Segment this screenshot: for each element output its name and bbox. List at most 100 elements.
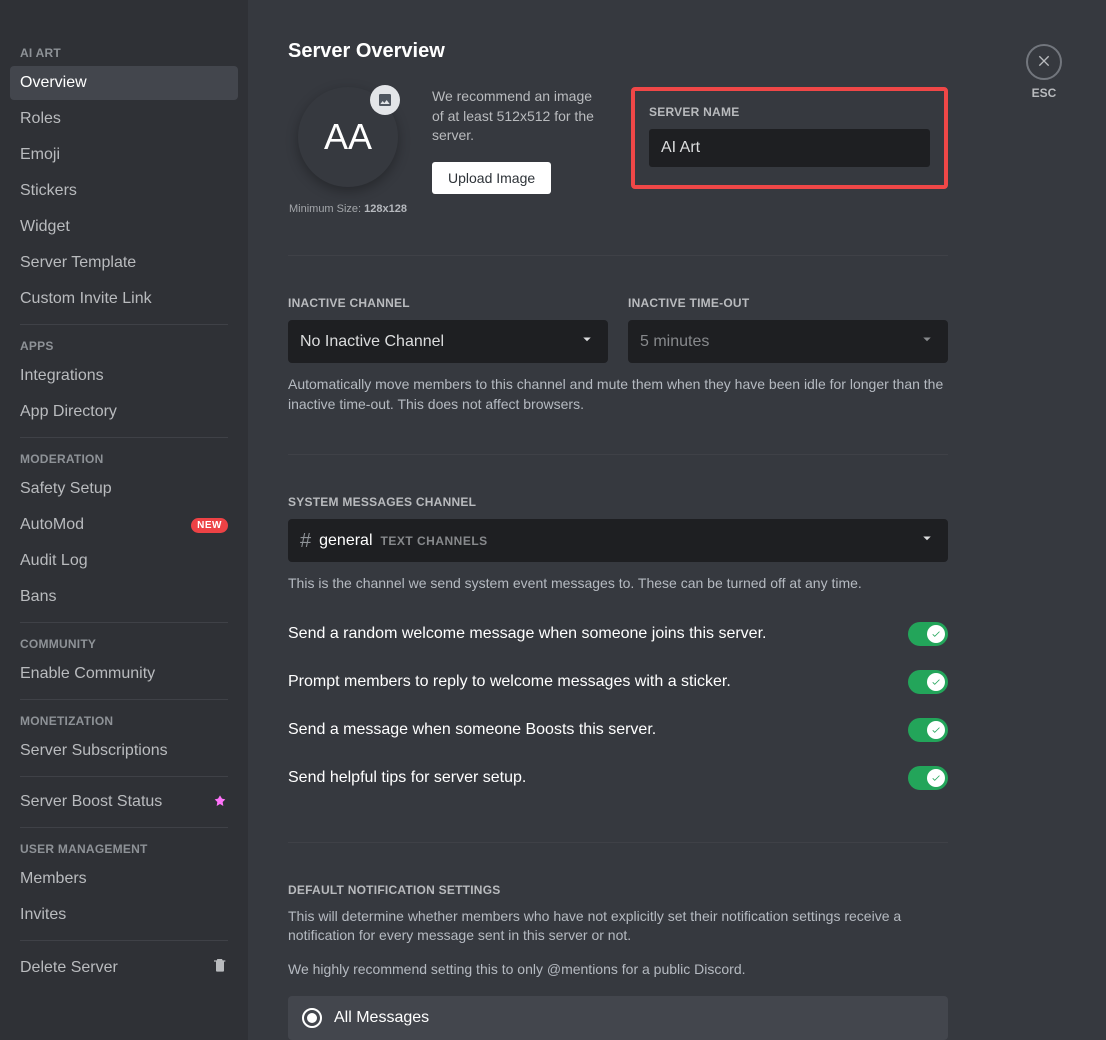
sidebar-section-header: MODERATION (10, 446, 238, 472)
sidebar-divider (20, 699, 228, 700)
avatar-initials: AA (324, 116, 372, 158)
min-size-text: Minimum Size: 128x128 (289, 203, 407, 215)
radio-all-messages-label: All Messages (334, 1009, 429, 1027)
server-name-input[interactable] (649, 129, 930, 167)
sidebar-divider (20, 776, 228, 777)
toggle-row-1: Prompt members to reply to welcome messa… (288, 658, 948, 706)
trash-icon (212, 957, 228, 978)
sidebar-item-delete-server[interactable]: Delete Server (10, 949, 238, 986)
toggle-label: Prompt members to reply to welcome messa… (288, 673, 731, 691)
sidebar-divider (20, 324, 228, 325)
sidebar-item-emoji[interactable]: Emoji (10, 138, 238, 172)
toggle-label: Send a random welcome message when someo… (288, 625, 766, 643)
sidebar-item-label: Enable Community (20, 665, 155, 683)
sidebar-item-members[interactable]: Members (10, 862, 238, 896)
close-button[interactable] (1026, 44, 1062, 80)
sidebar-item-label: Custom Invite Link (20, 290, 152, 308)
close-icon (1036, 52, 1052, 73)
sidebar-item-server-boost-status[interactable]: Server Boost Status (10, 785, 238, 819)
sidebar-divider (20, 940, 228, 941)
chevron-down-icon (918, 529, 936, 552)
server-avatar[interactable]: AA (298, 87, 398, 187)
sidebar-item-roles[interactable]: Roles (10, 102, 238, 136)
sidebar-item-label: AutoMod (20, 516, 84, 534)
sidebar-item-label: Server Template (20, 254, 136, 272)
divider (288, 842, 948, 843)
system-channel-category: TEXT CHANNELS (381, 534, 488, 548)
esc-label: ESC (1032, 86, 1057, 100)
sidebar-item-stickers[interactable]: Stickers (10, 174, 238, 208)
sidebar-item-label: Roles (20, 110, 61, 128)
sidebar-item-automod[interactable]: AutoMod NEW (10, 508, 238, 542)
inactive-channel-select[interactable]: No Inactive Channel (288, 320, 608, 363)
upload-image-button[interactable]: Upload Image (432, 162, 551, 194)
default-notif-label: DEFAULT NOTIFICATION SETTINGS (288, 883, 948, 897)
system-messages-select[interactable]: # general TEXT CHANNELS (288, 519, 948, 562)
sidebar-section-header: MONETIZATION (10, 708, 238, 734)
sidebar-divider (20, 437, 228, 438)
sidebar-item-server-subscriptions[interactable]: Server Subscriptions (10, 734, 238, 768)
default-notif-help-2: We highly recommend setting this to only… (288, 960, 948, 980)
toggle-switch[interactable] (908, 766, 948, 790)
page-title: Server Overview (288, 40, 948, 63)
sidebar-item-label: Audit Log (20, 552, 88, 570)
sidebar-item-integrations[interactable]: Integrations (10, 359, 238, 393)
default-notif-help-1: This will determine whether members who … (288, 907, 948, 946)
hash-icon: # (300, 531, 311, 551)
toggle-label: Send a message when someone Boosts this … (288, 721, 656, 739)
sidebar-item-label: Delete Server (20, 959, 118, 977)
inactive-channel-value: No Inactive Channel (300, 333, 444, 351)
radio-icon (302, 1008, 322, 1028)
new-badge: NEW (191, 518, 228, 533)
inactive-channel-label: INACTIVE CHANNEL (288, 296, 608, 310)
sidebar-item-label: Widget (20, 218, 70, 236)
system-messages-label: SYSTEM MESSAGES CHANNEL (288, 495, 948, 509)
sidebar-item-label: Emoji (20, 146, 60, 164)
sidebar-item-label: Server Subscriptions (20, 742, 168, 760)
system-help-text: This is the channel we send system event… (288, 574, 948, 594)
sidebar-item-bans[interactable]: Bans (10, 580, 238, 614)
sidebar-item-label: Stickers (20, 182, 77, 200)
sidebar-divider (20, 827, 228, 828)
sidebar-item-server-template[interactable]: Server Template (10, 246, 238, 280)
sidebar-item-audit-log[interactable]: Audit Log (10, 544, 238, 578)
sidebar-item-app-directory[interactable]: App Directory (10, 395, 238, 429)
sidebar-section-header: USER MANAGEMENT (10, 836, 238, 862)
sidebar-item-label: Server Boost Status (20, 793, 162, 811)
inactive-help-text: Automatically move members to this chann… (288, 375, 948, 414)
sidebar-item-enable-community[interactable]: Enable Community (10, 657, 238, 691)
sidebar-item-label: Members (20, 870, 87, 888)
sidebar-item-label: Integrations (20, 367, 104, 385)
toggle-row-2: Send a message when someone Boosts this … (288, 706, 948, 754)
sidebar-item-invites[interactable]: Invites (10, 898, 238, 932)
toggle-switch[interactable] (908, 622, 948, 646)
inactive-timeout-select[interactable]: 5 minutes (628, 320, 948, 363)
toggle-row-0: Send a random welcome message when someo… (288, 610, 948, 658)
boost-icon (212, 794, 228, 810)
sidebar-item-label: Overview (20, 74, 87, 92)
divider (288, 255, 948, 256)
sidebar-item-custom-invite-link[interactable]: Custom Invite Link (10, 282, 238, 316)
settings-sidebar: AI ARTOverviewRolesEmojiStickersWidgetSe… (0, 0, 248, 1040)
close-column: ESC (1026, 44, 1062, 100)
toggle-switch[interactable] (908, 670, 948, 694)
check-icon (927, 673, 945, 691)
recommend-column: We recommend an image of at least 512x51… (432, 87, 607, 194)
radio-all-messages[interactable]: All Messages (288, 996, 948, 1040)
sidebar-divider (20, 622, 228, 623)
sidebar-item-safety-setup[interactable]: Safety Setup (10, 472, 238, 506)
toggle-label: Send helpful tips for server setup. (288, 769, 526, 787)
toggle-row-3: Send helpful tips for server setup. (288, 754, 948, 802)
inactive-timeout-value: 5 minutes (640, 333, 709, 351)
sidebar-item-overview[interactable]: Overview (10, 66, 238, 100)
divider (288, 454, 948, 455)
server-name-highlight: SERVER NAME (631, 87, 948, 189)
check-icon (927, 769, 945, 787)
toggle-switch[interactable] (908, 718, 948, 742)
sidebar-section-header: APPS (10, 333, 238, 359)
upload-indicator-icon (370, 85, 400, 115)
sidebar-item-widget[interactable]: Widget (10, 210, 238, 244)
system-channel-name: general (319, 532, 372, 550)
sidebar-item-label: App Directory (20, 403, 117, 421)
sidebar-item-label: Bans (20, 588, 56, 606)
